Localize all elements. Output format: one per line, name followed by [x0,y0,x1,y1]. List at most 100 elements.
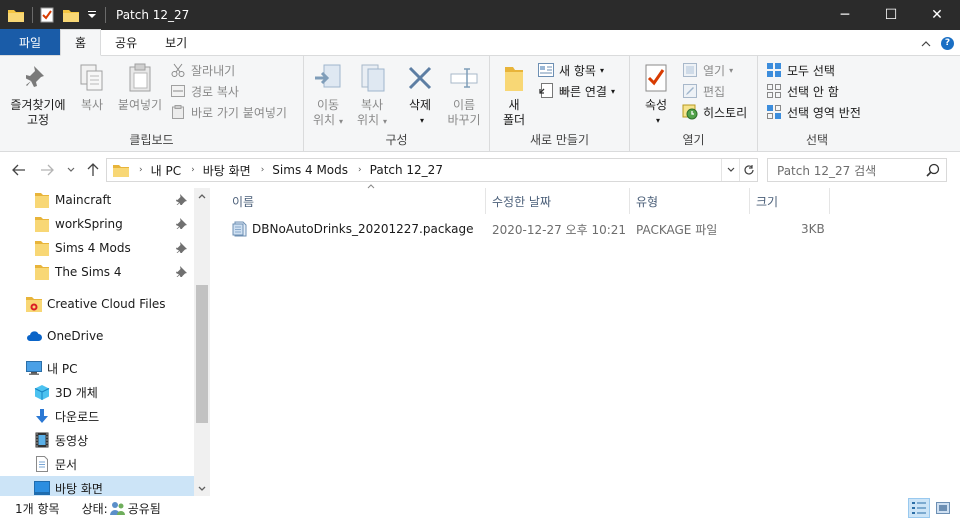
group-label: 구성 [385,133,408,147]
pin-icon[interactable] [176,241,188,256]
copy-to-button[interactable]: 복사 위치 ▾ [352,62,392,129]
chevron-right-icon[interactable]: › [261,165,265,175]
minimize-button[interactable]: ─ [822,0,868,30]
recent-locations-button[interactable] [62,161,80,179]
move-to-icon [312,62,344,94]
cut-button[interactable]: 잘라내기 [170,60,235,80]
close-button[interactable]: ✕ [914,0,960,30]
easy-access-button[interactable]: 빠른 연결 ▾ [538,81,615,101]
delete-button[interactable]: 삭제 ▾ [400,62,440,128]
address-dropdown-button[interactable] [721,159,739,181]
nav-item-onedrive[interactable]: OneDrive [0,324,194,348]
rename-icon [448,62,480,94]
ribbon-tab-controls: ? [921,36,954,50]
select-all-icon [766,62,782,78]
nav-item-videos[interactable]: 동영상 [0,428,194,452]
customize-qat-icon[interactable] [87,7,97,23]
help-icon[interactable]: ? [941,36,954,50]
forward-button[interactable] [38,161,56,179]
refresh-button[interactable] [739,159,757,181]
folder-icon[interactable] [8,7,24,23]
status-label: 상태: [81,501,108,516]
download-arrow-icon [34,408,50,424]
scroll-up-icon[interactable] [194,188,210,204]
address-bar[interactable]: › 내 PC › 바탕 화면 › Sims 4 Mods › Patch 12_… [106,158,758,182]
chevron-right-icon[interactable]: › [191,165,195,175]
nav-item-creative-cloud[interactable]: Creative Cloud Files [0,292,194,316]
title-bar: Patch 12_27 ─ ☐ ✕ [0,0,960,30]
nav-item-sims4mods[interactable]: Sims 4 Mods [0,236,194,260]
new-item-button[interactable]: 새 항목 ▾ [538,60,604,80]
pin-icon[interactable] [176,217,188,232]
scroll-thumb[interactable] [196,285,208,423]
tab-home[interactable]: 홈 [60,29,102,56]
copy-button[interactable]: 복사 [72,62,112,113]
column-header-type[interactable]: 유형 [630,188,750,214]
edit-button[interactable]: 편집 [682,81,725,101]
table-row[interactable]: DBNoAutoDrinks_20201227.package 2020-12-… [226,218,826,240]
breadcrumb-desktop[interactable]: 바탕 화면 [203,162,251,179]
history-button[interactable]: 히스토리 [682,102,747,122]
move-to-button[interactable]: 이동 위치 ▾ [308,62,348,129]
nav-item-downloads[interactable]: 다운로드 [0,404,194,428]
column-header-name[interactable]: 이름 [226,184,486,214]
column-header-modified[interactable]: 수정한 날짜 [486,188,630,214]
nav-item-this-pc[interactable]: 내 PC [0,356,194,380]
collapse-ribbon-icon[interactable] [921,36,931,50]
shared-users-icon [109,500,126,516]
up-button[interactable] [84,161,102,179]
nav-item-desktop[interactable]: 바탕 화면 [0,476,194,496]
group-label: 선택 [805,133,829,147]
properties-icon[interactable] [39,7,55,23]
nav-item-the-sims4[interactable]: The Sims 4 [0,260,194,284]
easy-access-icon [538,83,554,99]
breadcrumb-patch[interactable]: Patch 12_27 [370,163,443,177]
new-folder-icon[interactable] [63,7,79,23]
tab-share[interactable]: 공유 [101,29,151,55]
select-group: 모두 선택 선택 안 함 선택 영역 반전 선택 [758,56,876,152]
address-bar-controls [721,159,757,181]
chevron-down-icon: ▾ [419,116,424,125]
nav-scrollbar[interactable] [194,188,210,496]
chevron-right-icon[interactable]: › [358,165,362,175]
back-button[interactable] [10,161,28,179]
paste-button[interactable]: 붙여넣기 [114,62,166,113]
sort-ascending-icon [367,182,375,192]
chevron-down-icon: ▾ [729,65,734,75]
properties-button[interactable]: 속성 ▾ [636,62,676,128]
search-input[interactable]: Patch 12_27 검색 [767,158,947,182]
breadcrumb-this-pc[interactable]: 내 PC [151,162,181,179]
select-all-button[interactable]: 모두 선택 [766,60,835,80]
file-size-cell: 3KB [801,222,825,236]
copy-path-button[interactable]: 경로 복사 [170,81,239,101]
invert-selection-button[interactable]: 선택 영역 반전 [766,102,861,122]
open-button[interactable]: 열기 ▾ [682,60,733,80]
pin-icon[interactable] [176,265,188,280]
rename-button[interactable]: 이름 바꾸기 [442,62,486,128]
nav-item-workspring[interactable]: workSpring [0,212,194,236]
paste-shortcut-button[interactable]: 바로 가기 붙여넣기 [170,102,287,122]
column-header-size[interactable]: 크기 [750,188,830,214]
creative-cloud-icon [26,296,42,312]
maximize-button[interactable]: ☐ [868,0,914,30]
scroll-down-icon[interactable] [194,480,210,496]
nav-item-documents[interactable]: 문서 [0,452,194,476]
nav-item-maincraft[interactable]: Maincraft [0,188,194,212]
tab-view[interactable]: 보기 [151,29,201,55]
file-name-cell[interactable]: DBNoAutoDrinks_20201227.package [232,218,474,240]
folder-icon [34,216,50,232]
search-icon [926,163,940,180]
pin-icon[interactable] [176,193,188,208]
large-icons-view-button[interactable] [932,498,954,518]
tab-file[interactable]: 파일 [0,29,60,55]
pin-to-quick-access-button[interactable]: 즐겨찾기에 고정 [6,62,70,128]
breadcrumb-sims4mods[interactable]: Sims 4 Mods [272,163,348,177]
new-folder-button[interactable]: 새 폴더 [496,62,532,128]
details-view-button[interactable] [908,498,930,518]
history-icon [682,104,698,120]
nav-item-3d-objects[interactable]: 3D 개체 [0,380,194,404]
select-none-button[interactable]: 선택 안 함 [766,81,839,101]
address-row: › 내 PC › 바탕 화면 › Sims 4 Mods › Patch 12_… [0,152,960,188]
chevron-right-icon[interactable]: › [139,165,143,175]
ribbon: 즐겨찾기에 고정 복사 붙여넣기 잘라내기 경로 복사 바로 가기 붙여넣기 클… [0,56,960,152]
